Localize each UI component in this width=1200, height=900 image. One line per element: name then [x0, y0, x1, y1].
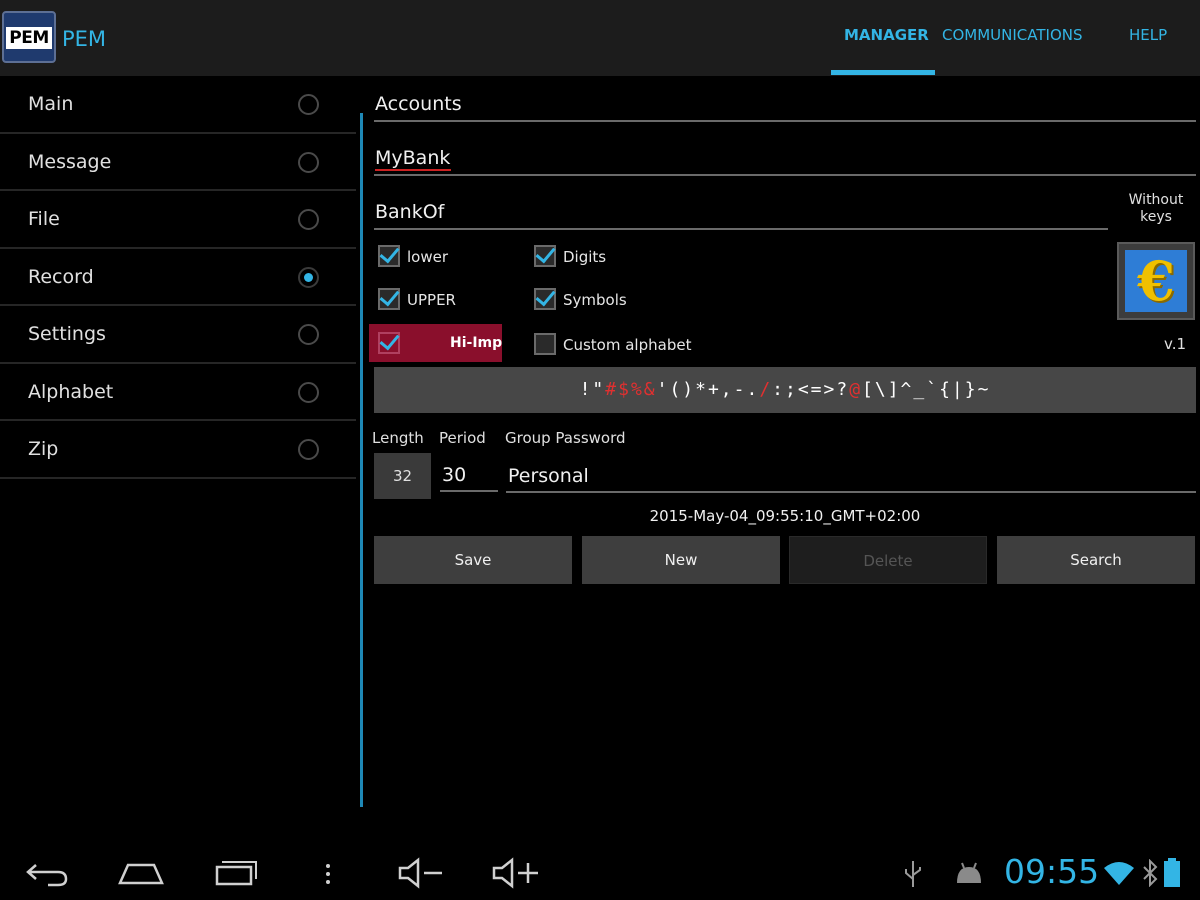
app-title: PEM — [62, 27, 107, 51]
group-password-label: Group Password — [505, 429, 626, 447]
custom-alphabet-checkbox[interactable] — [534, 333, 556, 355]
sidebar-item-settings[interactable]: Settings — [0, 306, 356, 364]
save-button[interactable]: Save — [374, 536, 572, 584]
symbols-label: Symbols — [563, 291, 627, 309]
account-name-underline — [374, 174, 1196, 176]
sidebar-item-label: Message — [28, 150, 112, 173]
tab-indicator — [831, 70, 935, 75]
length-spinner[interactable]: 32 — [374, 453, 431, 499]
accounts-spinner[interactable]: Accounts — [375, 93, 462, 115]
radio-button[interactable] — [298, 151, 319, 173]
hi-imp-checkbox[interactable] — [378, 332, 400, 354]
menu-icon[interactable] — [322, 861, 334, 887]
sidebar-item-zip[interactable]: Zip — [0, 421, 356, 479]
spellcheck-underline — [375, 169, 451, 171]
volume-down-icon[interactable] — [396, 857, 448, 889]
wifi-icon — [1104, 862, 1134, 885]
radio-button[interactable] — [298, 381, 319, 403]
sidebar-item-message[interactable]: Message — [0, 134, 356, 191]
alphabet-part: '()*+,-. — [656, 379, 760, 400]
sidebar-item-record[interactable]: Record — [0, 249, 356, 306]
pem-logo: PEM — [2, 11, 56, 63]
length-label: Length — [372, 429, 424, 447]
android-debug-icon — [957, 862, 981, 883]
username-underline — [374, 228, 1108, 230]
alphabet-part: !" — [579, 379, 606, 400]
search-button[interactable]: Search — [997, 536, 1195, 584]
lower-checkbox[interactable] — [378, 245, 400, 267]
digits-checkbox[interactable] — [534, 245, 556, 267]
logo-text: PEM — [6, 27, 52, 49]
alphabet-excluded: #$%& — [605, 379, 657, 400]
radio-button[interactable] — [298, 94, 319, 115]
action-bar: PEM PEM MANAGER COMMUNICATIONS HELP — [0, 0, 1200, 76]
recent-apps-icon[interactable] — [214, 858, 258, 888]
sidebar-item-label: Settings — [28, 323, 106, 345]
clock: 09:55 — [1004, 852, 1100, 891]
custom-alphabet-label: Custom alphabet — [563, 336, 692, 354]
bluetooth-icon — [1143, 859, 1158, 887]
without-keys-line2: keys — [1140, 209, 1172, 225]
tab-manager[interactable]: MANAGER — [844, 26, 929, 44]
upper-checkbox[interactable] — [378, 288, 400, 310]
sidebar-item-main[interactable]: Main — [0, 76, 356, 134]
version-label: v.1 — [1164, 335, 1187, 353]
radio-button[interactable] — [298, 209, 319, 230]
period-field[interactable]: 30 — [442, 464, 466, 486]
alphabet-part: :;<=>? — [772, 379, 850, 400]
period-underline — [440, 490, 498, 492]
sidebar-item-label: Alphabet — [28, 380, 114, 403]
sidebar: Main Message File Record Settings Alphab… — [0, 76, 356, 479]
without-keys-line1: Without — [1128, 192, 1184, 208]
sidebar-item-file[interactable]: File — [0, 191, 356, 249]
sidebar-item-label: File — [28, 208, 60, 230]
radio-button[interactable] — [298, 324, 319, 345]
without-keys-label: Without keys — [1120, 192, 1192, 226]
timestamp: 2015-May-04_09:55:10_GMT+02:00 — [649, 507, 921, 525]
sidebar-item-label: Zip — [28, 438, 59, 460]
sidebar-item-alphabet[interactable]: Alphabet — [0, 364, 356, 421]
period-label: Period — [439, 429, 486, 447]
vertical-divider — [360, 113, 363, 807]
usb-icon — [905, 861, 921, 887]
accounts-underline — [374, 120, 1196, 122]
home-icon[interactable] — [118, 859, 164, 887]
sidebar-item-label: Record — [28, 265, 94, 288]
tab-help[interactable]: HELP — [1129, 26, 1167, 44]
digits-label: Digits — [563, 248, 607, 266]
group-password-field[interactable]: Personal — [508, 465, 589, 487]
hi-imp-label: Hi-Imp — [450, 335, 503, 351]
tab-communications[interactable]: COMMUNICATIONS — [942, 26, 1083, 44]
new-button[interactable]: New — [582, 536, 780, 584]
radio-button-selected[interactable] — [298, 266, 319, 288]
volume-up-icon[interactable] — [490, 857, 542, 889]
alphabet-part: [\]^_`{|}~ — [862, 379, 991, 400]
alphabet-excluded: / — [759, 379, 773, 400]
account-name-field[interactable]: MyBank — [375, 147, 450, 169]
symbols-checkbox[interactable] — [534, 288, 556, 310]
radio-button[interactable] — [298, 439, 319, 460]
upper-label: UPPER — [407, 291, 456, 309]
delete-button[interactable]: Delete — [789, 536, 987, 584]
lower-label: lower — [407, 248, 449, 266]
alphabet-excluded: @ — [849, 379, 863, 400]
battery-icon — [1164, 858, 1180, 887]
euro-icon: € — [1125, 249, 1187, 313]
group-password-underline — [506, 491, 1196, 493]
back-icon[interactable] — [26, 859, 70, 887]
username-field[interactable]: BankOf — [375, 201, 444, 223]
sidebar-item-label: Main — [28, 93, 74, 115]
alphabet-display[interactable]: !"#$%&'()*+,-./:;<=>?@[\]^_`{|}~ — [374, 367, 1196, 413]
key-button[interactable]: € — [1117, 242, 1195, 320]
